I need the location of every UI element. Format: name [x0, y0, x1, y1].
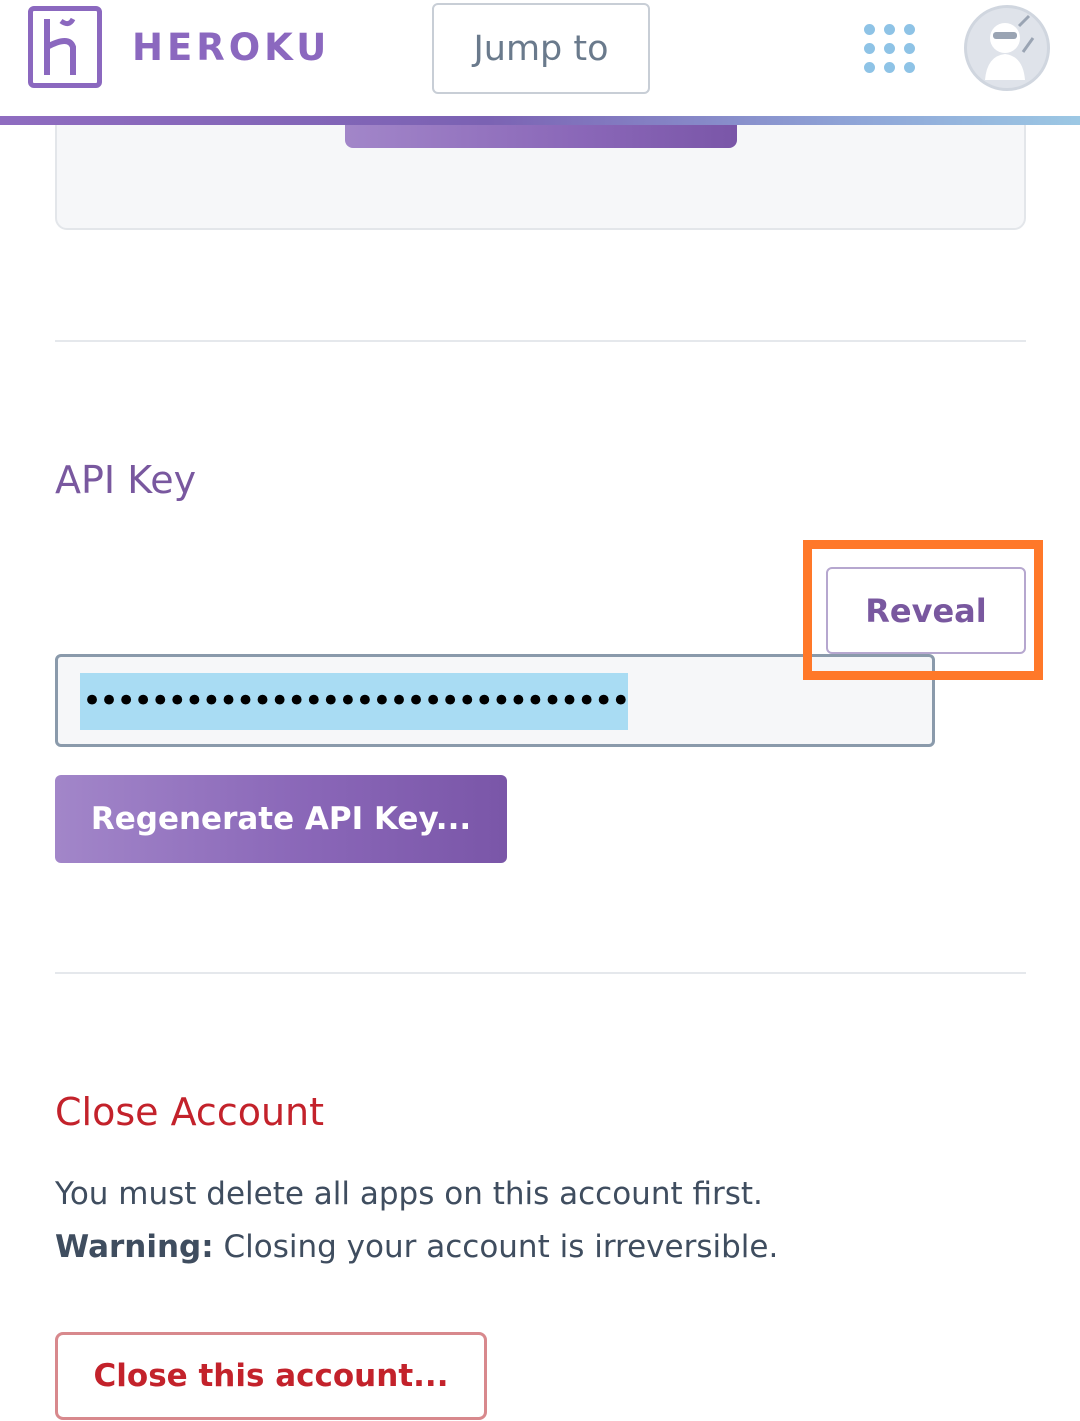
close-account-notice: You must delete all apps on this account…: [55, 1176, 763, 1212]
section-divider: [55, 340, 1026, 342]
close-account-heading: Close Account: [55, 1090, 325, 1134]
brand-name[interactable]: HEROKU: [132, 26, 330, 69]
api-key-masked-value: ••••••••••••••••••••••••••••••••: [80, 673, 628, 730]
regenerate-api-key-button[interactable]: Regenerate API Key...: [55, 775, 507, 863]
jump-to-search[interactable]: Jump to: [432, 3, 650, 94]
user-avatar[interactable]: [964, 5, 1050, 91]
regenerate-button-label: Regenerate API Key...: [90, 801, 472, 837]
ninja-avatar-icon: [985, 14, 1035, 80]
section-divider: [55, 972, 1026, 974]
close-account-button-label: Close this account...: [93, 1358, 449, 1394]
api-key-heading: API Key: [55, 458, 197, 502]
warning-label: Warning:: [55, 1229, 214, 1265]
apps-grid-icon[interactable]: [862, 22, 916, 74]
top-header: HEROKU Jump to: [0, 0, 1080, 118]
reveal-highlight-box: [803, 540, 1043, 680]
warning-text: Closing your account is irreversible.: [213, 1229, 779, 1265]
jump-to-label: Jump to: [473, 28, 609, 69]
close-account-button[interactable]: Close this account...: [55, 1332, 487, 1420]
heroku-logo-icon[interactable]: [28, 6, 102, 88]
close-account-warning: Warning: Closing your account is irrever…: [55, 1229, 778, 1265]
header-gradient-bar: [0, 116, 1080, 125]
